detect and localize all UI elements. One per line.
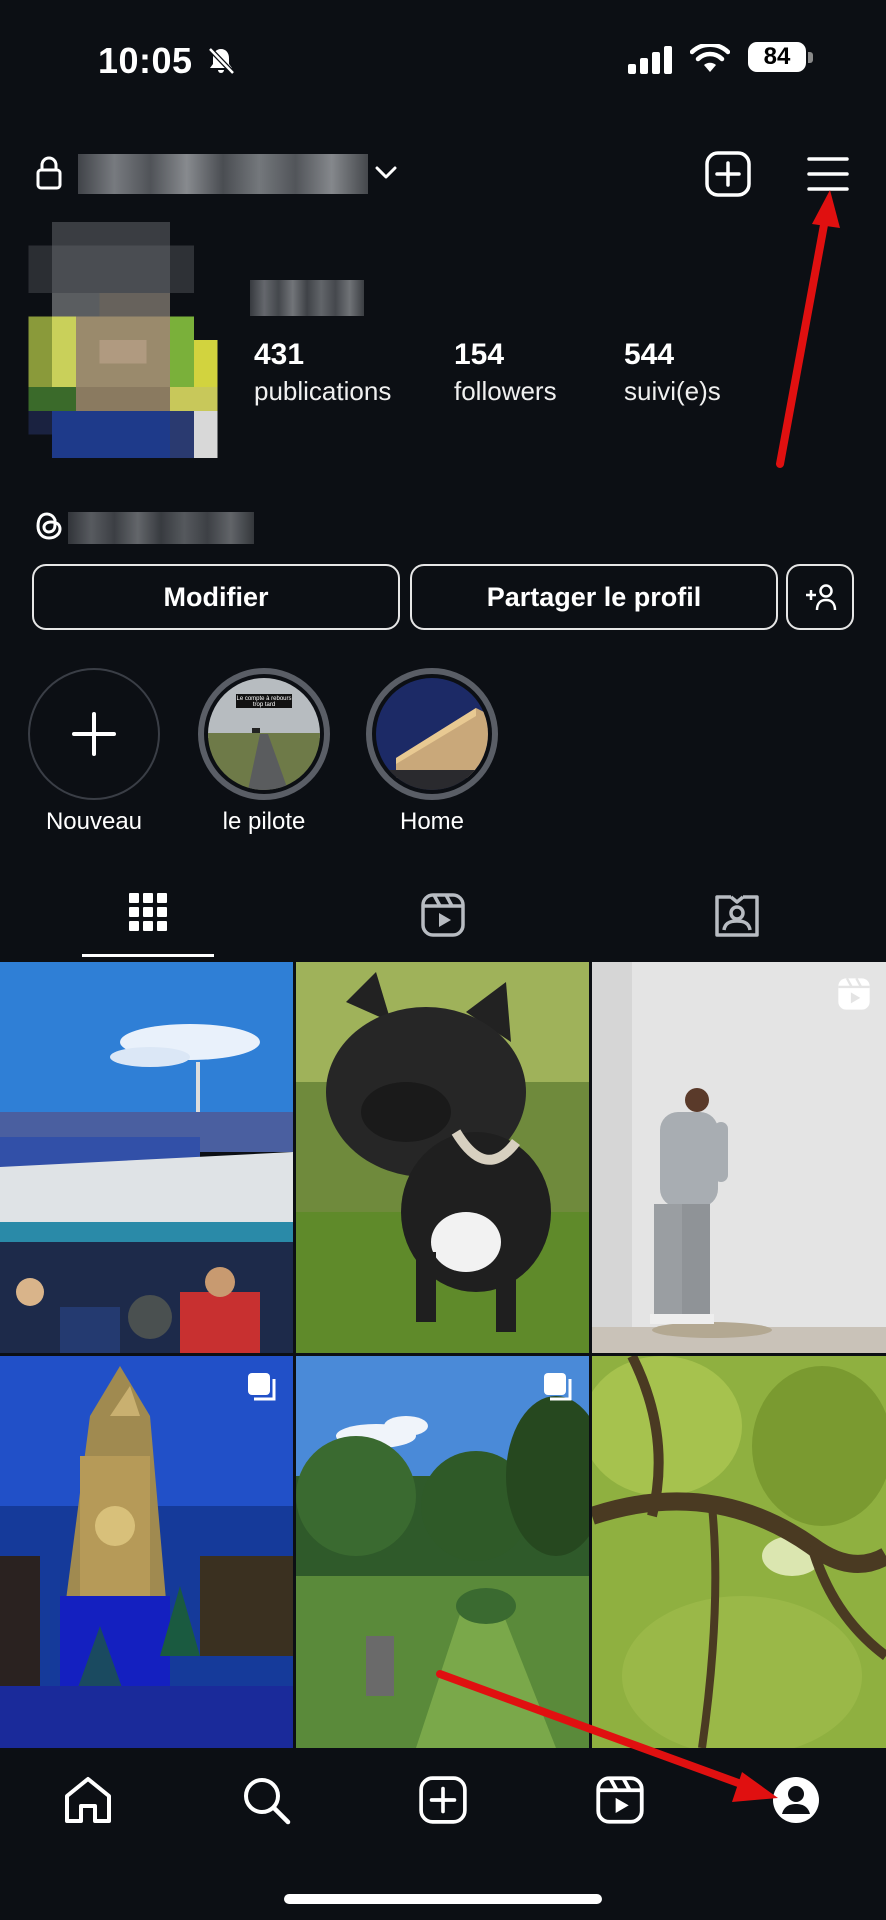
- post-thumbnail[interactable]: [0, 1356, 293, 1748]
- lock-icon: [36, 156, 62, 190]
- active-tab-indicator: [82, 954, 214, 957]
- threads-icon[interactable]: [34, 510, 64, 542]
- home-icon: [65, 1777, 111, 1823]
- home-indicator: [284, 1894, 602, 1904]
- menu-icon[interactable]: [806, 154, 850, 194]
- posts-stat[interactable]: 431 publications: [254, 338, 391, 407]
- highlight-cover-road: Le compte à rebours trop tard: [208, 678, 320, 790]
- post-thumbnail[interactable]: [592, 1356, 886, 1748]
- share-profile-button[interactable]: Partager le profil: [410, 564, 778, 630]
- create-icon: [419, 1776, 467, 1824]
- following-count: 544: [624, 338, 675, 371]
- edit-profile-button[interactable]: Modifier: [32, 564, 400, 630]
- post-thumbnail[interactable]: [592, 962, 886, 1353]
- battery-cap: [808, 52, 813, 63]
- wifi-icon: [690, 44, 730, 72]
- nav-home[interactable]: [58, 1770, 118, 1830]
- highlight-le-pilote[interactable]: Le compte à rebours trop tard: [198, 668, 330, 800]
- post-thumbnail[interactable]: [0, 962, 293, 1353]
- reels-icon: [596, 1776, 644, 1824]
- carousel-badge-icon: [544, 1373, 572, 1401]
- search-icon: [244, 1778, 291, 1825]
- add-person-icon: [806, 584, 837, 611]
- followers-count: 154: [454, 338, 505, 371]
- username-blurred[interactable]: [78, 154, 368, 194]
- highlight-cover-building: [376, 678, 488, 790]
- highlight-home[interactable]: [366, 668, 498, 800]
- followers-label: followers: [454, 376, 557, 406]
- nav-reels[interactable]: [590, 1770, 650, 1830]
- carousel-badge-icon: [248, 1373, 276, 1401]
- following-label: suivi(e)s: [624, 376, 721, 406]
- silent-bell-icon: [208, 47, 235, 75]
- cellular-signal-icon: [628, 46, 672, 74]
- following-stat[interactable]: 544 suivi(e)s: [624, 338, 721, 407]
- annotation-arrowhead-menu: [812, 190, 840, 228]
- post-thumbnail[interactable]: [296, 1356, 589, 1748]
- reels-tab-icon[interactable]: [420, 892, 466, 938]
- profile-icon: [773, 1777, 819, 1823]
- highlight-label: Home: [399, 808, 465, 835]
- nav-create[interactable]: [413, 1770, 473, 1830]
- post-thumbnail[interactable]: [296, 962, 589, 1353]
- tagged-tab-icon[interactable]: [714, 892, 760, 938]
- chevron-down-icon[interactable]: [374, 164, 398, 182]
- reel-badge-icon: [838, 977, 870, 1010]
- posts-count: 431: [254, 338, 305, 371]
- create-post-icon[interactable]: [704, 150, 752, 198]
- nav-profile[interactable]: [766, 1770, 826, 1830]
- highlight-cover-text-2: trop tard: [253, 702, 275, 708]
- followers-stat[interactable]: 154 followers: [454, 338, 557, 407]
- status-time: 10:05: [98, 40, 193, 81]
- posts-label: publications: [254, 376, 392, 406]
- highlight-label: Nouveau: [45, 808, 143, 835]
- plus-icon: [72, 712, 116, 756]
- avatar[interactable]: [26, 222, 220, 458]
- highlight-label: le pilote: [222, 808, 306, 835]
- display-name-blurred: [250, 280, 364, 316]
- grid-icon[interactable]: [128, 892, 168, 932]
- discover-people-button[interactable]: [786, 564, 854, 630]
- threads-handle-blurred[interactable]: [68, 512, 254, 544]
- highlight-new[interactable]: [28, 668, 160, 800]
- battery-indicator: 84: [748, 42, 806, 72]
- nav-search[interactable]: [236, 1770, 296, 1830]
- annotation-arrow-menu: [776, 210, 830, 468]
